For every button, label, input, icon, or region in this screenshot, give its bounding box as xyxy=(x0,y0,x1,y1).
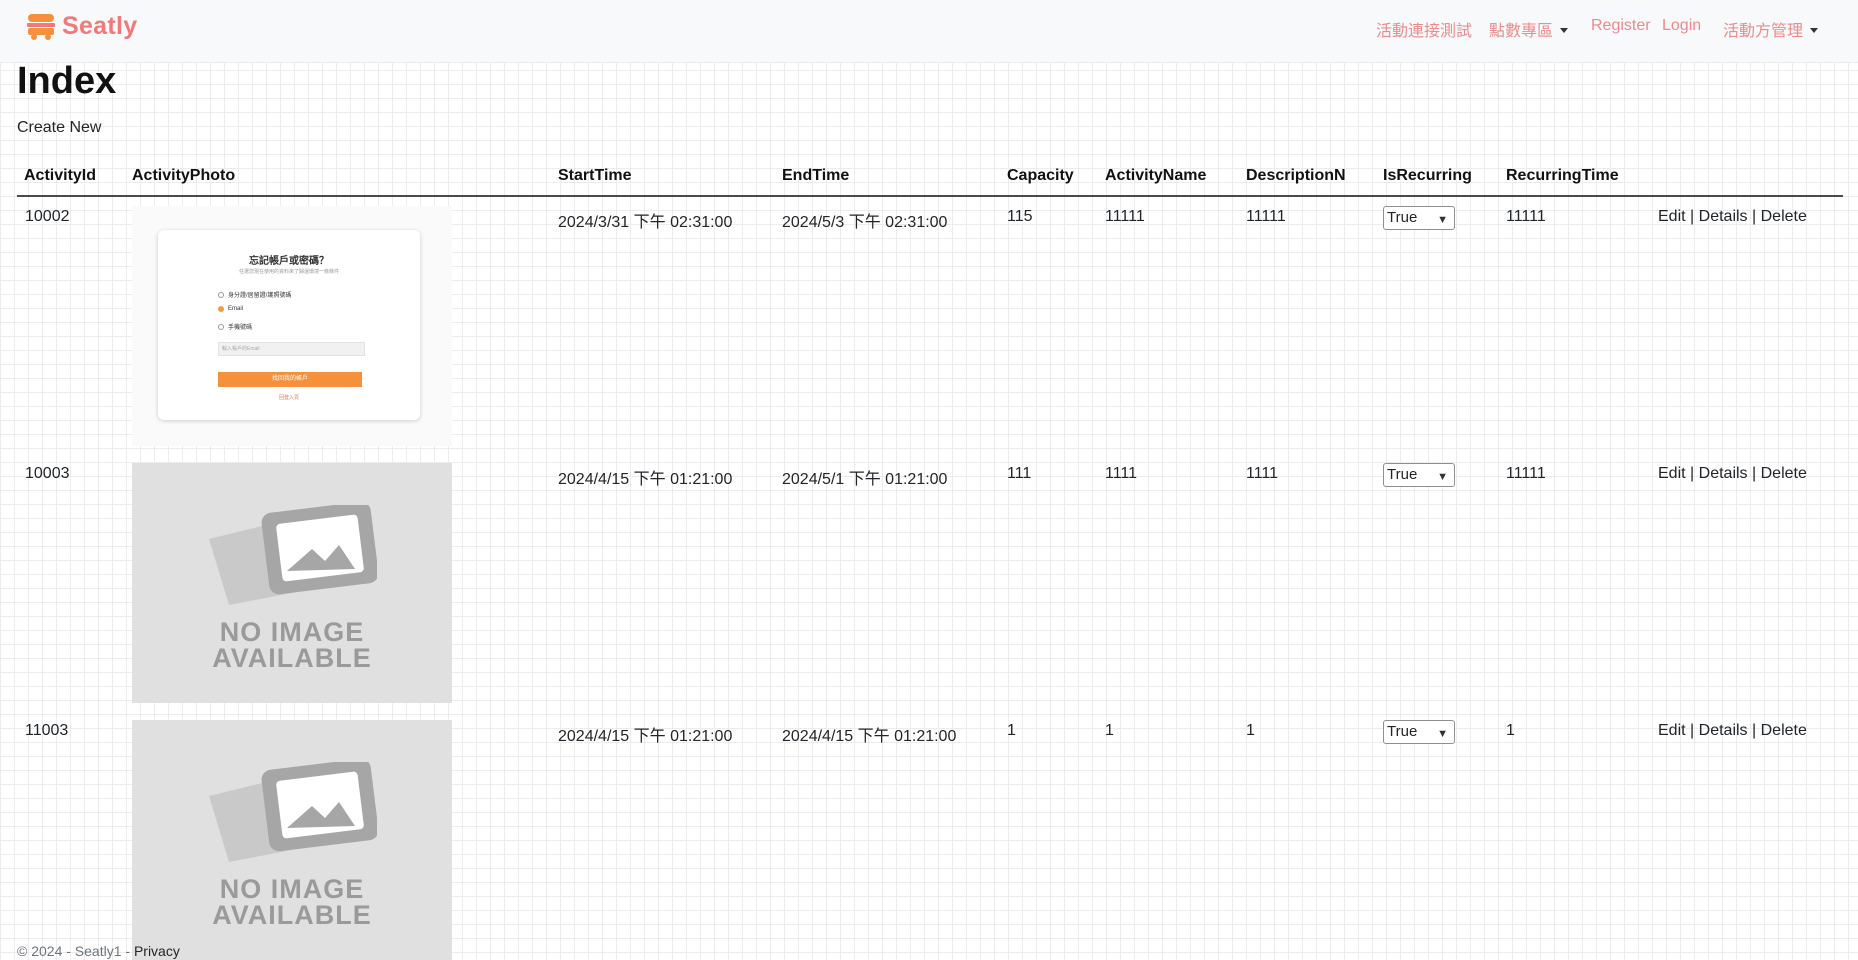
screenshot-radio-option: 手機號碼 xyxy=(218,322,252,331)
header-recurring-time: RecurringTime xyxy=(1506,167,1619,184)
cell-description: 1111 xyxy=(1246,465,1279,482)
chevron-down-icon: ▼ xyxy=(1437,471,1448,483)
header-is-recurring: IsRecurring xyxy=(1383,167,1472,184)
cell-end-time: 2024/5/1 下午 01:21:00 xyxy=(782,471,948,488)
nav-activity-test[interactable]: 活動連接測試 xyxy=(1376,17,1472,41)
image-placeholder-icon xyxy=(209,505,377,605)
screenshot-radio-option: Email xyxy=(218,306,243,312)
nav-points-zone-dropdown[interactable]: 點數專區 xyxy=(1489,17,1568,41)
brand-link[interactable]: Seatly xyxy=(26,12,137,41)
nav-organizer-label: 活動方管理 xyxy=(1723,23,1804,40)
screenshot-subtitle: 任選您現在使用的資料來了歸還環境一條條件 xyxy=(238,269,339,275)
cell-capacity: 115 xyxy=(1007,208,1033,225)
no-image-text: NO IMAGE xyxy=(219,874,365,904)
header-activity-name: ActivityName xyxy=(1105,167,1207,184)
chevron-down-icon: ▼ xyxy=(1437,214,1448,226)
nav-organizer-dropdown[interactable]: 活動方管理 xyxy=(1723,17,1818,41)
action-separator: | xyxy=(1690,465,1695,482)
no-image-placeholder: NO IMAGE AVAILABLE xyxy=(132,720,452,960)
no-image-text: NO IMAGE xyxy=(219,617,365,647)
cell-activity-name: 1111 xyxy=(1105,465,1138,482)
cell-capacity: 1 xyxy=(1007,722,1016,739)
cell-start-time: 2024/4/15 下午 01:21:00 xyxy=(558,471,733,488)
details-link[interactable]: Details xyxy=(1699,722,1748,739)
cell-recurring-time: 11111 xyxy=(1506,465,1546,482)
nav-login[interactable]: Login xyxy=(1662,17,1701,35)
screenshot-card: 忘記帳戶或密碼？ 任選您現在使用的資料來了歸還環境一條條件 身分證/居留證/護照… xyxy=(158,230,420,420)
row-actions: Edit | Details | Delete xyxy=(1658,208,1807,226)
cell-description: 1 xyxy=(1246,722,1255,739)
top-navbar: Seatly 活動連接測試 點數專區 Register Login 活動方管理 xyxy=(0,0,1858,63)
cell-activity-id: 10003 xyxy=(25,465,70,482)
cell-start-time: 2024/4/15 下午 01:21:00 xyxy=(558,728,733,745)
screenshot-back-link: 回登入頁 xyxy=(278,395,299,401)
cell-description: 11111 xyxy=(1246,208,1286,225)
screenshot-recover-button: 找回我的帳戶 xyxy=(218,372,362,387)
available-text: AVAILABLE xyxy=(212,643,372,673)
activity-photo: 忘記帳戶或密碼？ 任選您現在使用的資料來了歸還環境一條條件 身分證/居留證/護照… xyxy=(132,206,452,446)
no-image-placeholder: NO IMAGE AVAILABLE xyxy=(132,463,452,703)
is-recurring-value: True xyxy=(1387,466,1418,483)
cell-end-time: 2024/5/3 下午 02:31:00 xyxy=(782,214,948,231)
screenshot-email-input: 輸入帳戶的Email xyxy=(218,342,365,356)
nav-register[interactable]: Register xyxy=(1591,17,1651,35)
cell-activity-name: 1 xyxy=(1105,722,1114,739)
cell-activity-id: 11003 xyxy=(25,722,69,739)
screenshot-title: 忘記帳戶或密碼？ xyxy=(249,256,329,267)
chevron-down-icon: ▼ xyxy=(1437,728,1448,740)
cell-activity-name: 11111 xyxy=(1105,208,1145,225)
edit-link[interactable]: Edit xyxy=(1658,465,1686,482)
header-capacity: Capacity xyxy=(1007,167,1074,184)
header-start-time: StartTime xyxy=(558,167,632,184)
header-description: DescriptionN xyxy=(1246,167,1346,184)
image-placeholder-icon xyxy=(209,762,377,862)
header-activity-photo: ActivityPhoto xyxy=(132,167,236,184)
available-text: AVAILABLE xyxy=(212,900,372,930)
row-actions: Edit | Details | Delete xyxy=(1658,722,1807,740)
table-header-divider xyxy=(17,195,1843,197)
details-link[interactable]: Details xyxy=(1699,208,1748,225)
is-recurring-select[interactable]: True ▼ xyxy=(1383,206,1455,230)
edit-link[interactable]: Edit xyxy=(1658,722,1686,739)
delete-link[interactable]: Delete xyxy=(1761,208,1807,225)
action-separator: | xyxy=(1752,465,1757,482)
screenshot-radio-option: 身分證/居留證/護照號碼 xyxy=(218,290,291,299)
details-link[interactable]: Details xyxy=(1699,465,1748,482)
action-separator: | xyxy=(1690,722,1695,739)
is-recurring-value: True xyxy=(1387,209,1418,226)
create-new-link[interactable]: Create New xyxy=(17,119,101,137)
action-separator: | xyxy=(1690,208,1695,225)
cell-activity-id: 10002 xyxy=(25,208,70,225)
cell-capacity: 111 xyxy=(1007,465,1032,482)
action-separator: | xyxy=(1752,722,1757,739)
cell-start-time: 2024/3/31 下午 02:31:00 xyxy=(558,214,733,231)
page-title: Index xyxy=(17,60,117,102)
nav-points-zone-label: 點數專區 xyxy=(1489,23,1554,40)
header-activity-id: ActivityId xyxy=(24,167,97,184)
delete-link[interactable]: Delete xyxy=(1761,465,1807,482)
is-recurring-select[interactable]: True ▼ xyxy=(1383,463,1455,487)
bus-logo-icon xyxy=(27,13,55,40)
row-actions: Edit | Details | Delete xyxy=(1658,465,1807,483)
delete-link[interactable]: Delete xyxy=(1761,722,1807,739)
is-recurring-select[interactable]: True ▼ xyxy=(1383,720,1455,744)
action-separator: | xyxy=(1752,208,1757,225)
cell-recurring-time: 11111 xyxy=(1506,208,1546,225)
cell-end-time: 2024/4/15 下午 01:21:00 xyxy=(782,728,957,745)
brand-name: Seatly xyxy=(62,12,138,40)
cell-recurring-time: 1 xyxy=(1506,722,1515,739)
is-recurring-value: True xyxy=(1387,723,1418,740)
header-end-time: EndTime xyxy=(782,167,850,184)
edit-link[interactable]: Edit xyxy=(1658,208,1686,225)
